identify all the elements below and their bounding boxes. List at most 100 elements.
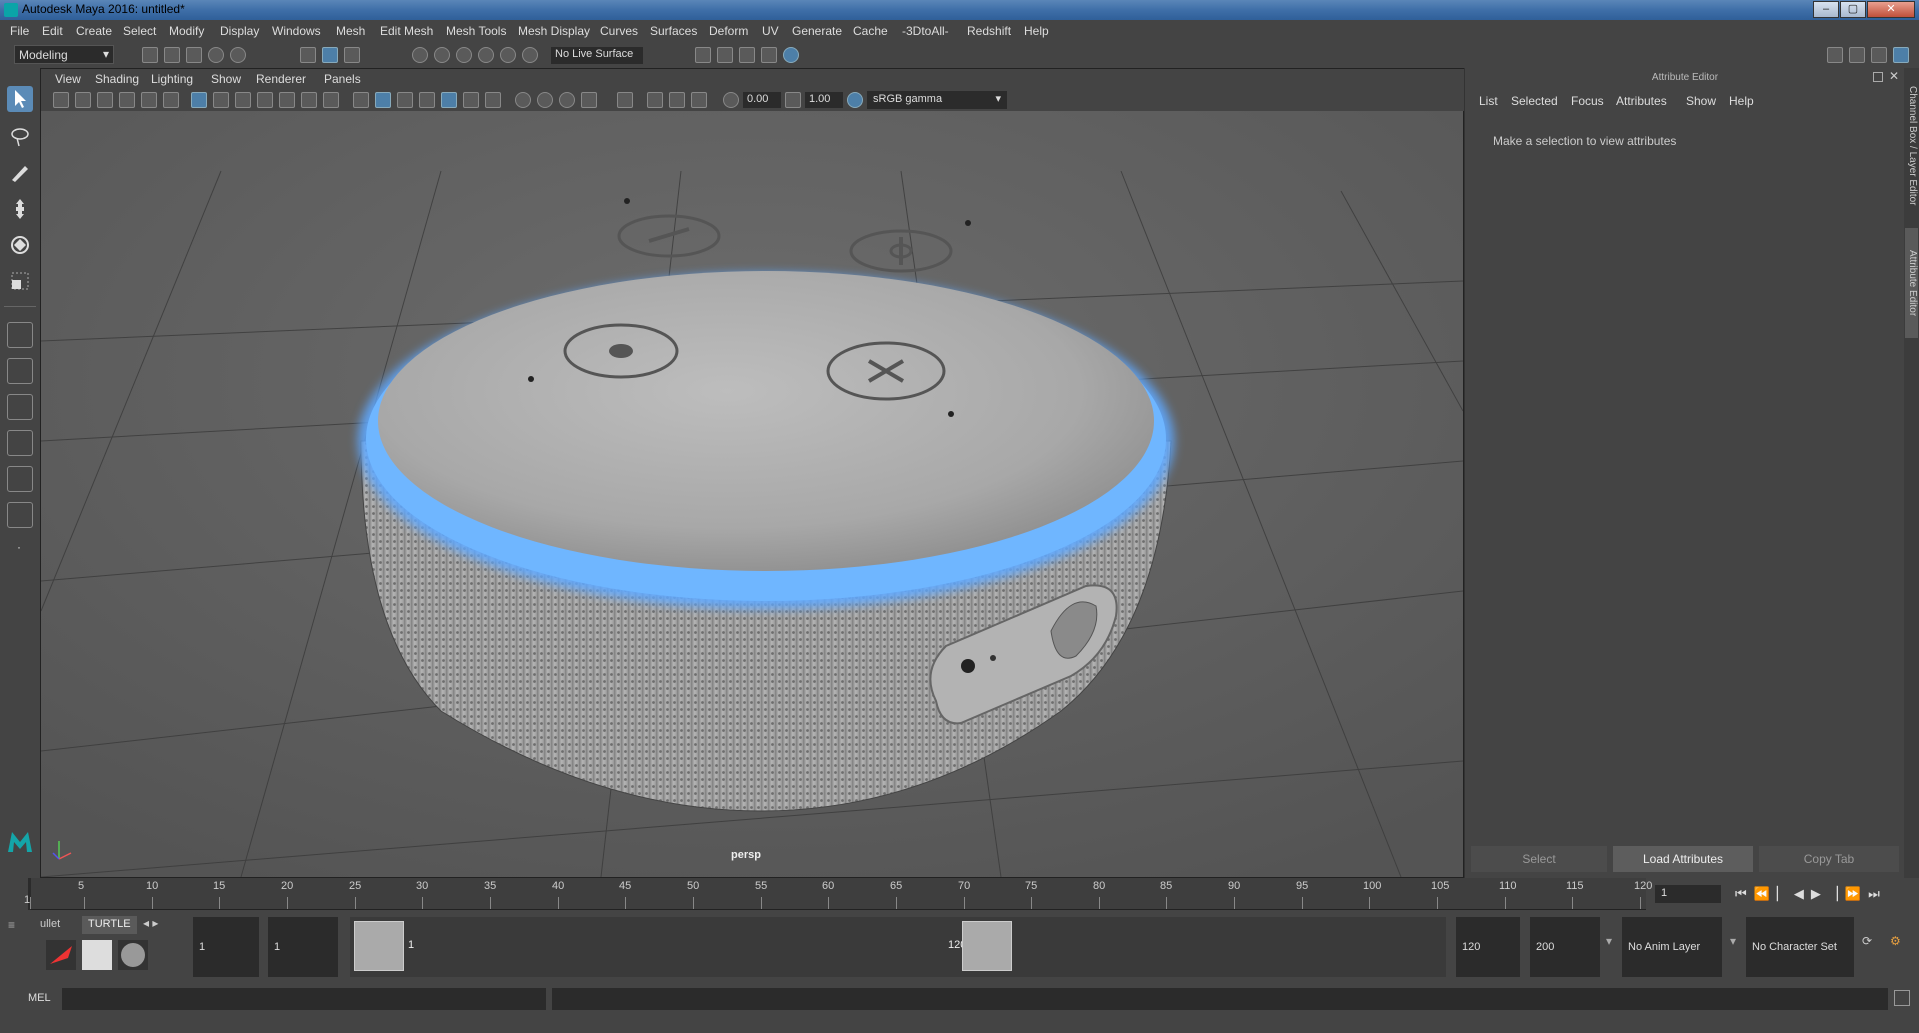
menu-modify[interactable]: Modify — [169, 24, 204, 38]
exposure-icon[interactable] — [723, 92, 739, 108]
safe-action-icon[interactable] — [301, 92, 317, 108]
gamma-field[interactable]: 1.00 — [805, 92, 843, 108]
scene-end-field[interactable]: 200 — [1530, 917, 1600, 977]
grid-toggle-icon[interactable] — [191, 92, 207, 108]
menu-edit-mesh[interactable]: Edit Mesh — [380, 24, 433, 38]
menu-curves[interactable]: Curves — [600, 24, 638, 38]
isolate-select-icon[interactable] — [617, 92, 633, 108]
menu-windows[interactable]: Windows — [272, 24, 321, 38]
range-bar[interactable]: 1 120 — [350, 917, 1446, 977]
shelf-menu-icon[interactable]: ≡ — [8, 918, 28, 938]
wireframe-icon[interactable] — [353, 92, 369, 108]
ae-tab-attributes[interactable]: Attributes — [1616, 94, 1667, 108]
select-component-icon[interactable] — [344, 47, 360, 63]
persp-graph-layout-icon[interactable] — [7, 430, 33, 456]
select-button[interactable]: Select — [1471, 846, 1607, 872]
menu-mesh[interactable]: Mesh — [336, 24, 365, 38]
snap-curve-icon[interactable] — [434, 47, 450, 63]
snap-view-icon[interactable] — [478, 47, 494, 63]
ae-tab-focus[interactable]: Focus — [1571, 94, 1604, 108]
chevron-down-icon[interactable]: ▾ — [1606, 934, 1612, 948]
snap-grid-icon[interactable] — [412, 47, 428, 63]
shelf-tab-bullet[interactable]: ullet — [34, 916, 66, 934]
command-input[interactable] — [62, 988, 546, 1010]
attribute-editor-tab[interactable]: Attribute Editor — [1905, 228, 1918, 338]
xray-active-components-icon[interactable] — [669, 92, 685, 108]
character-set-dropdown[interactable]: No Character Set — [1746, 917, 1854, 977]
vp-menu-show[interactable]: Show — [211, 72, 241, 86]
animation-preferences-icon[interactable]: ⚙ — [1890, 934, 1901, 948]
multisample-aa-icon[interactable] — [559, 92, 575, 108]
range-end-handle[interactable] — [962, 921, 1012, 971]
xray-joints-icon[interactable] — [691, 92, 707, 108]
attribute-editor-toggle-icon[interactable] — [1893, 47, 1909, 63]
snap-vertex-icon[interactable] — [522, 47, 538, 63]
maximize-button[interactable]: ▢ — [1840, 1, 1866, 18]
shadows-icon[interactable] — [485, 92, 501, 108]
persp-outliner-layout-icon[interactable] — [7, 394, 33, 420]
menu-cache[interactable]: Cache — [853, 24, 888, 38]
camera-attributes-icon[interactable] — [75, 92, 91, 108]
undo-icon[interactable] — [208, 47, 224, 63]
exposure-field[interactable]: 0.00 — [743, 92, 781, 108]
snap-surface-icon[interactable] — [500, 47, 516, 63]
ipr-render-icon[interactable] — [761, 47, 777, 63]
float-panel-icon[interactable] — [1873, 72, 1883, 82]
menu-uv[interactable]: UV — [762, 24, 779, 38]
select-hierarchy-icon[interactable] — [300, 47, 316, 63]
four-view-layout-icon[interactable] — [7, 358, 33, 384]
auto-key-icon[interactable]: ⟳ — [1862, 934, 1872, 948]
channel-box-toggle-icon[interactable] — [1849, 47, 1865, 63]
menu-file[interactable]: File — [10, 24, 29, 38]
layout-more-icon[interactable]: · — [7, 540, 33, 560]
textured-icon[interactable] — [441, 92, 457, 108]
two-d-pan-icon[interactable] — [141, 92, 157, 108]
snap-point-icon[interactable] — [456, 47, 472, 63]
menu-select[interactable]: Select — [123, 24, 156, 38]
redshift-icon[interactable] — [46, 940, 76, 970]
script-editor-icon[interactable] — [1894, 990, 1910, 1006]
default-material-icon[interactable] — [397, 92, 413, 108]
menu-display[interactable]: Display — [220, 24, 259, 38]
save-scene-icon[interactable] — [186, 47, 202, 63]
vp-menu-lighting[interactable]: Lighting — [151, 72, 193, 86]
anim-layer-dropdown[interactable]: No Anim Layer — [1622, 917, 1722, 977]
load-attributes-button[interactable]: Load Attributes — [1613, 846, 1753, 872]
render-current-icon[interactable] — [739, 47, 755, 63]
modeling-toolkit-icon[interactable] — [1827, 47, 1843, 63]
ae-tab-selected[interactable]: Selected — [1511, 94, 1558, 108]
film-gate-icon[interactable] — [213, 92, 229, 108]
menu-mesh-tools[interactable]: Mesh Tools — [446, 24, 506, 38]
menu-surfaces[interactable]: Surfaces — [650, 24, 697, 38]
time-slider[interactable]: 1 5 10 15 20 25 30 35 40 45 50 55 60 65 70 75 80 85 90 95 10… — [0, 878, 1919, 912]
view-transform-dropdown[interactable]: sRGB gamma ▾ — [867, 91, 1007, 109]
depth-of-field-icon[interactable] — [581, 92, 597, 108]
menu-edit[interactable]: Edit — [42, 24, 63, 38]
persp-uv-layout-icon[interactable] — [7, 502, 33, 528]
ae-tab-show[interactable]: Show — [1686, 94, 1716, 108]
playback-end-field[interactable]: 120 — [1456, 917, 1520, 977]
menu-mesh-display[interactable]: Mesh Display — [518, 24, 590, 38]
gamma-icon[interactable] — [785, 92, 801, 108]
vp-menu-view[interactable]: View — [55, 72, 81, 86]
color-management-icon[interactable] — [847, 92, 863, 108]
scene-view[interactable]: persp — [41, 111, 1463, 877]
new-scene-icon[interactable] — [142, 47, 158, 63]
scale-tool-icon[interactable] — [7, 268, 33, 294]
gate-mask-icon[interactable] — [257, 92, 273, 108]
menu-3dtoall[interactable]: -3DtoAll- — [902, 24, 949, 38]
menu-redshift[interactable]: Redshift — [967, 24, 1011, 38]
playback-controls[interactable]: ⏮⏪▏◀▶▕⏩⏭ — [1735, 886, 1887, 902]
resolution-gate-icon[interactable] — [235, 92, 251, 108]
motion-blur-icon[interactable] — [537, 92, 553, 108]
use-all-lights-icon[interactable] — [463, 92, 479, 108]
copy-tab-button[interactable]: Copy Tab — [1759, 846, 1899, 872]
paint-select-tool-icon[interactable] — [7, 160, 33, 186]
redo-icon[interactable] — [230, 47, 246, 63]
grease-pencil-icon[interactable] — [163, 92, 179, 108]
ae-tab-help[interactable]: Help — [1729, 94, 1754, 108]
playback-start-field[interactable]: 1 — [268, 917, 338, 977]
chevron-down-icon[interactable]: ▾ — [1730, 934, 1736, 948]
tool-settings-icon[interactable] — [1871, 47, 1887, 63]
material-sphere-icon[interactable] — [118, 940, 148, 970]
